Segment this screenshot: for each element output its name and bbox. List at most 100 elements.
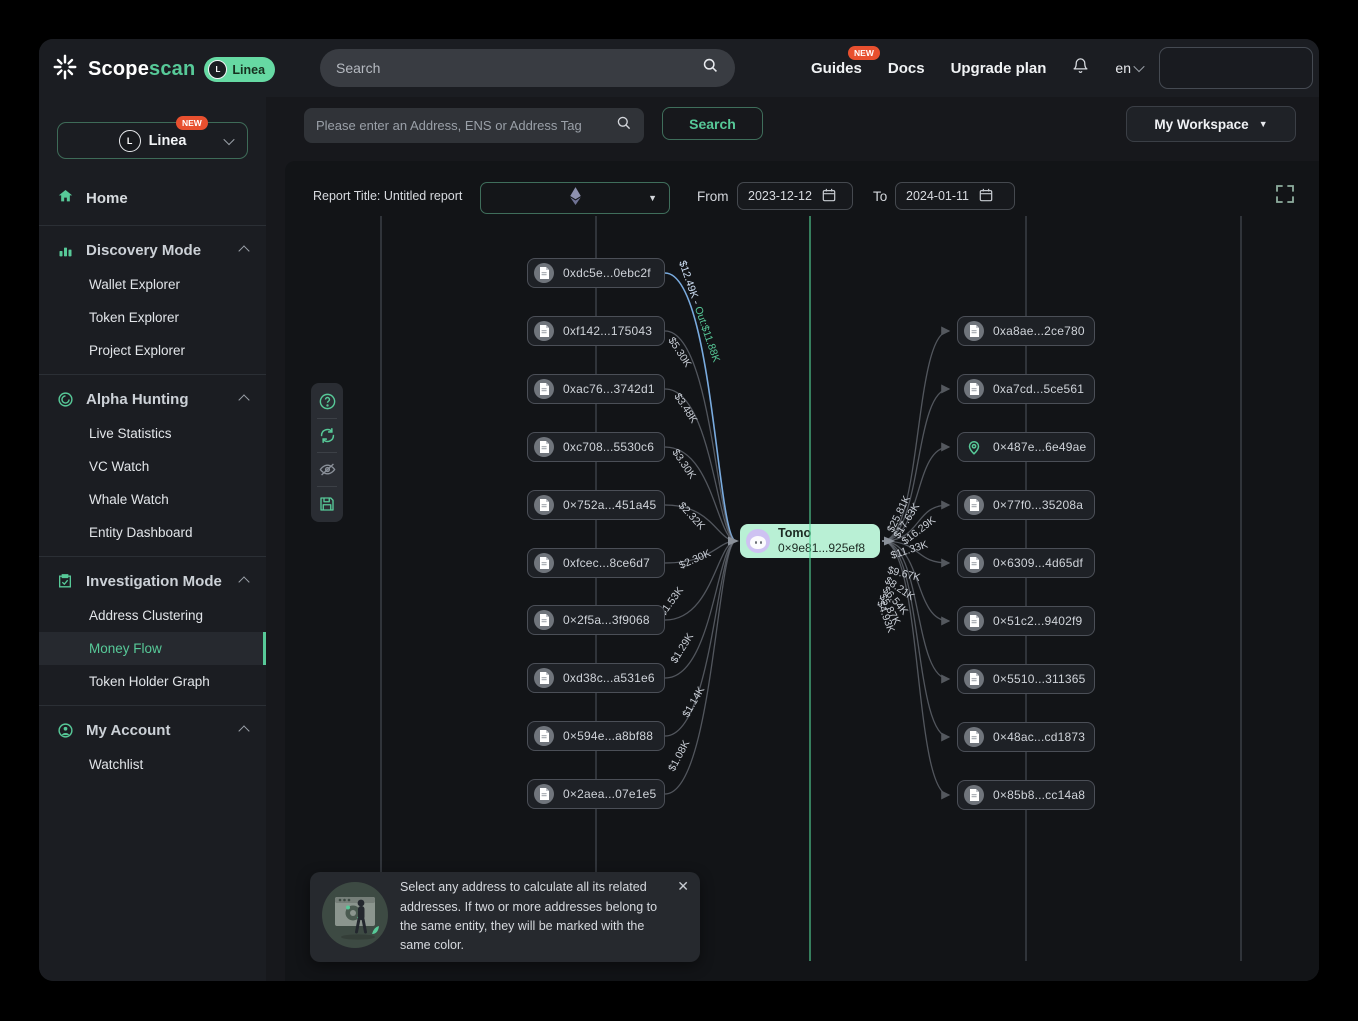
divider [39,225,266,226]
address-node[interactable]: 0xa8ae...2ce780 [957,316,1095,346]
sidebar-item-home[interactable]: Home [39,179,266,218]
search-button[interactable]: Search [662,107,763,140]
network-selector[interactable]: L Linea NEW [57,122,248,159]
linea-network-icon: L [119,130,141,152]
sidebar-section-my-account[interactable]: My Account [39,713,266,748]
from-date-input[interactable]: 2023-12-12 [737,182,853,210]
close-icon[interactable]: ✕ [677,878,689,895]
sidebar-item-money-flow[interactable]: Money Flow [39,632,266,665]
sidebar-section-discovery-mode[interactable]: Discovery Mode [39,233,266,268]
address-search-input[interactable]: Please enter an Address, ENS or Address … [304,108,644,143]
tomo-avatar [746,529,770,553]
node-address: 0×594e...a8bf88 [563,729,653,743]
docs-link[interactable]: Docs [888,60,925,77]
center-node[interactable]: Tomo 0×9e81...925ef8 [740,524,880,558]
workspace-button[interactable]: My Workspace▼ [1126,106,1296,142]
caret-down-icon: ▼ [1259,119,1268,129]
upgrade-plan-link[interactable]: Upgrade plan [951,60,1047,77]
brand[interactable]: Scopescan L Linea [51,53,275,86]
address-node[interactable]: 0xf142...175043 [527,316,665,346]
address-node[interactable]: 0×2aea...07e1e5 [527,779,665,809]
sidebar-section-investigation-mode[interactable]: Investigation Mode [39,564,266,599]
brand-name: Scopescan [88,58,195,81]
center-node-name: Tomo [778,526,865,541]
refresh-button[interactable] [311,420,343,451]
address-node[interactable]: 0×752a...451a45 [527,490,665,520]
guides-link[interactable]: GuidesNEW [811,60,862,77]
node-address: 0×85b8...cc14a8 [993,788,1085,802]
divider [39,374,266,375]
save-button[interactable] [311,488,343,519]
language-selector[interactable]: en [1115,60,1143,76]
sidebar: L Linea NEW Home Discovery ModeWallet Ex… [39,97,266,981]
linea-logo-icon: L [208,60,227,79]
document-icon [534,553,554,573]
address-node[interactable]: 0×594e...a8bf88 [527,721,665,751]
global-search-input[interactable]: Search [320,49,735,87]
document-icon [534,437,554,457]
scopescan-logo-icon [51,53,79,86]
sidebar-item-address-clustering[interactable]: Address Clustering [39,599,266,632]
sidebar-item-live-statistics[interactable]: Live Statistics [39,417,266,450]
address-node[interactable]: 0×85b8...cc14a8 [957,780,1095,810]
address-node[interactable]: 0xc708...5530c6 [527,432,665,462]
address-node[interactable]: 0×6309...4d65df [957,548,1095,578]
address-node[interactable]: 0xac76...3742d1 [527,374,665,404]
caret-down-icon: ▼ [648,193,657,203]
address-node[interactable]: 0xfcec...8ce6d7 [527,548,665,578]
token-select[interactable]: ▼ [480,182,670,214]
sidebar-item-token-holder-graph[interactable]: Token Holder Graph [39,665,266,698]
sidebar-item-project-explorer[interactable]: Project Explorer [39,334,266,367]
node-address: 0xdc5e...0ebc2f [563,266,651,280]
address-node[interactable]: 0xd38c...a531e6 [527,663,665,693]
address-node[interactable]: 0×487e...6e49ae [957,432,1095,462]
address-node[interactable]: 0×77f0...35208a [957,490,1095,520]
fullscreen-icon[interactable] [1274,183,1296,205]
bell-icon[interactable] [1072,57,1089,80]
svg-text:$5.30K: $5.30K [665,335,693,369]
address-node[interactable]: 0×5510...311365 [957,664,1095,694]
address-node[interactable]: 0×2f5a...3f9068 [527,605,665,635]
search-icon [616,115,632,136]
money-flow-edges: $12.49K - Out:$11.88K$5.30K$3.48K$3.30K$… [285,161,1319,981]
chevron-up-icon [238,725,249,736]
sidebar-item-wallet-explorer[interactable]: Wallet Explorer [39,268,266,301]
help-button[interactable] [311,386,343,417]
location-pin-icon [964,437,984,457]
sidebar-item-entity-dashboard[interactable]: Entity Dashboard [39,516,266,549]
account-box[interactable] [1159,47,1313,89]
document-icon [964,495,984,515]
document-icon [534,726,554,746]
sidebar-nav: Discovery ModeWallet ExplorerToken Explo… [39,225,266,781]
app-window: Scopescan L Linea Search GuidesNEW Docs … [39,39,1319,981]
home-icon [57,188,74,209]
hint-card: Select any address to calculate all its … [310,872,700,962]
sidebar-section-alpha-hunting[interactable]: Alpha Hunting [39,382,266,417]
address-node[interactable]: 0×48ac...cd1873 [957,722,1095,752]
document-icon [964,785,984,805]
chevron-down-icon [223,134,234,145]
node-address: 0×2aea...07e1e5 [563,787,656,801]
node-address: 0×51c2...9402f9 [993,614,1082,628]
graph-toolbar [311,383,343,522]
node-address: 0xf142...175043 [563,324,652,338]
to-label: To [873,189,887,204]
new-badge: NEW [176,116,208,130]
document-icon [534,495,554,515]
sidebar-item-whale-watch[interactable]: Whale Watch [39,483,266,516]
address-node[interactable]: 0×51c2...9402f9 [957,606,1095,636]
to-date-input[interactable]: 2024-01-11 [895,182,1015,210]
hide-eye-off-button[interactable] [311,454,343,485]
graph-panel: Report Title: Untitled report ▼ From 202… [285,161,1319,981]
address-node[interactable]: 0xdc5e...0ebc2f [527,258,665,288]
node-address: 0xfcec...8ce6d7 [563,556,650,570]
document-icon [964,321,984,341]
sidebar-item-watchlist[interactable]: Watchlist [39,748,266,781]
sidebar-item-vc-watch[interactable]: VC Watch [39,450,266,483]
divider [39,556,266,557]
address-node[interactable]: 0xa7cd...5ce561 [957,374,1095,404]
hint-illustration [320,880,390,955]
sidebar-item-token-explorer[interactable]: Token Explorer [39,301,266,334]
target-icon [57,391,74,408]
document-icon [964,727,984,747]
